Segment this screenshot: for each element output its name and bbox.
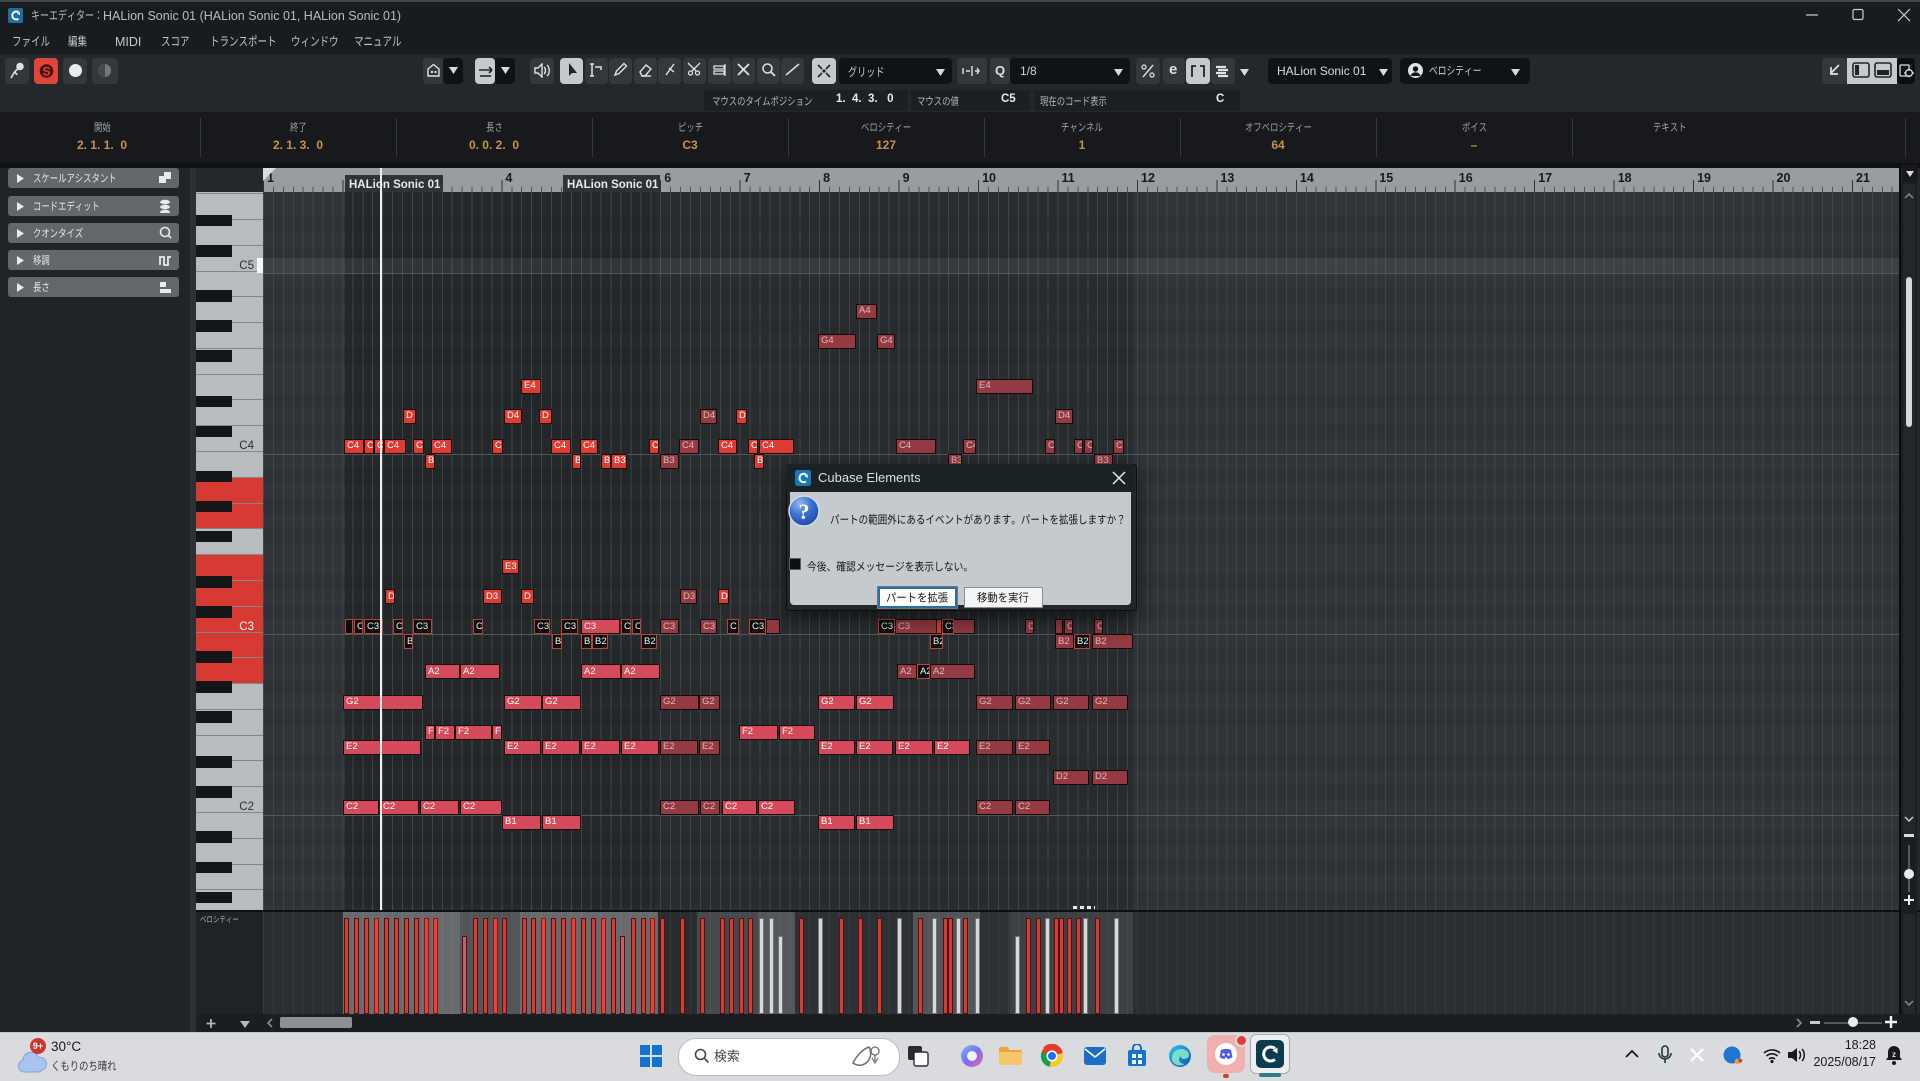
svg-text:z: z [1892, 1050, 1896, 1059]
svg-text:S: S [42, 65, 50, 79]
svg-text:?: ? [799, 499, 810, 524]
svg-text:MIDI: MIDI [115, 35, 141, 49]
svg-text:HALion Sonic 01 (HALion Sonic: HALion Sonic 01 (HALion Sonic 01, HALion… [103, 9, 401, 23]
